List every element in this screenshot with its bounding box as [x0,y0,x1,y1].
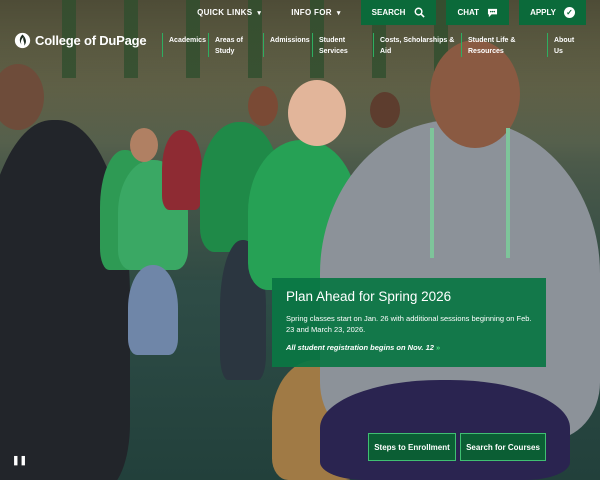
nav-item-student-life-resources[interactable]: Student Life & Resources [461,33,547,57]
info-for-menu[interactable]: INFO FOR ▾ [281,0,350,25]
callout-title: Plan Ahead for Spring 2026 [286,289,452,304]
lanyard [430,128,510,258]
search-icon [414,7,426,18]
check-circle-icon: ✓ [564,7,575,18]
student-figure [320,380,570,480]
cod-flame-icon [14,32,31,49]
nav-item-student-services[interactable]: Student Services [312,33,373,57]
apply-button[interactable]: APPLY ✓ [519,0,586,25]
search-button[interactable]: SEARCH [360,0,437,25]
spring-callout: Plan Ahead for Spring 2026 Spring classe… [272,278,546,367]
nav-item-label: Costs, Scholarships & Aid [380,37,455,55]
site-name: College of DuPage [35,33,147,48]
chat-label: CHAT [457,8,480,17]
registration-link-label: All student registration begins on Nov. … [286,343,434,352]
nav-item-label: Admissions [270,37,310,44]
steps-to-enrollment-button[interactable]: Steps to Enrollment [368,433,456,461]
student-figure [162,130,202,210]
student-head [130,128,158,162]
main-navigation: Academics Areas of Study Admissions Stud… [162,33,584,57]
chevron-down-icon: ▾ [257,9,262,17]
student-head [248,86,278,126]
homepage: QUICK LINKS ▾ INFO FOR ▾ SEARCH CHAT APP… [0,0,600,480]
utility-bar: QUICK LINKS ▾ INFO FOR ▾ SEARCH CHAT APP… [187,0,586,25]
nav-item-label: About Us [554,37,575,55]
nav-item-admissions[interactable]: Admissions [263,33,312,57]
quick-links-menu[interactable]: QUICK LINKS ▾ [187,0,271,25]
search-for-courses-button[interactable]: Search for Courses [460,433,546,461]
chat-button[interactable]: CHAT [446,0,510,25]
search-label: SEARCH [371,8,406,17]
info-for-label: INFO FOR [291,8,332,17]
nav-item-academics[interactable]: Academics [162,33,208,57]
student-head [0,64,44,130]
apply-label: APPLY [530,8,556,17]
double-chevron-right-icon: » [436,343,441,352]
registration-link[interactable]: All student registration begins on Nov. … [286,343,532,352]
nav-item-label: Student Services [319,37,348,55]
nav-item-label: Areas of Study [215,37,244,55]
quick-links-label: QUICK LINKS [197,8,253,17]
nav-item-about-us[interactable]: About Us [547,33,583,57]
chevron-down-icon: ▾ [336,9,341,17]
chat-bubble-icon [488,8,498,17]
student-head [288,80,346,146]
student-head [370,92,400,128]
search-for-courses-label: Search for Courses [466,442,540,452]
nav-item-label: Academics [169,37,206,44]
hero-photo [0,0,600,480]
nav-item-costs-scholarships-aid[interactable]: Costs, Scholarships & Aid [373,33,461,57]
pause-icon[interactable]: ❚❚ [12,455,27,466]
callout-body: Spring classes start on Jan. 26 with add… [286,314,532,334]
site-logo[interactable]: College of DuPage [14,32,147,49]
nav-item-areas-of-study[interactable]: Areas of Study [208,33,263,57]
nav-item-label: Student Life & Resources [468,37,516,55]
steps-to-enrollment-label: Steps to Enrollment [374,442,450,452]
student-figure [128,265,178,355]
